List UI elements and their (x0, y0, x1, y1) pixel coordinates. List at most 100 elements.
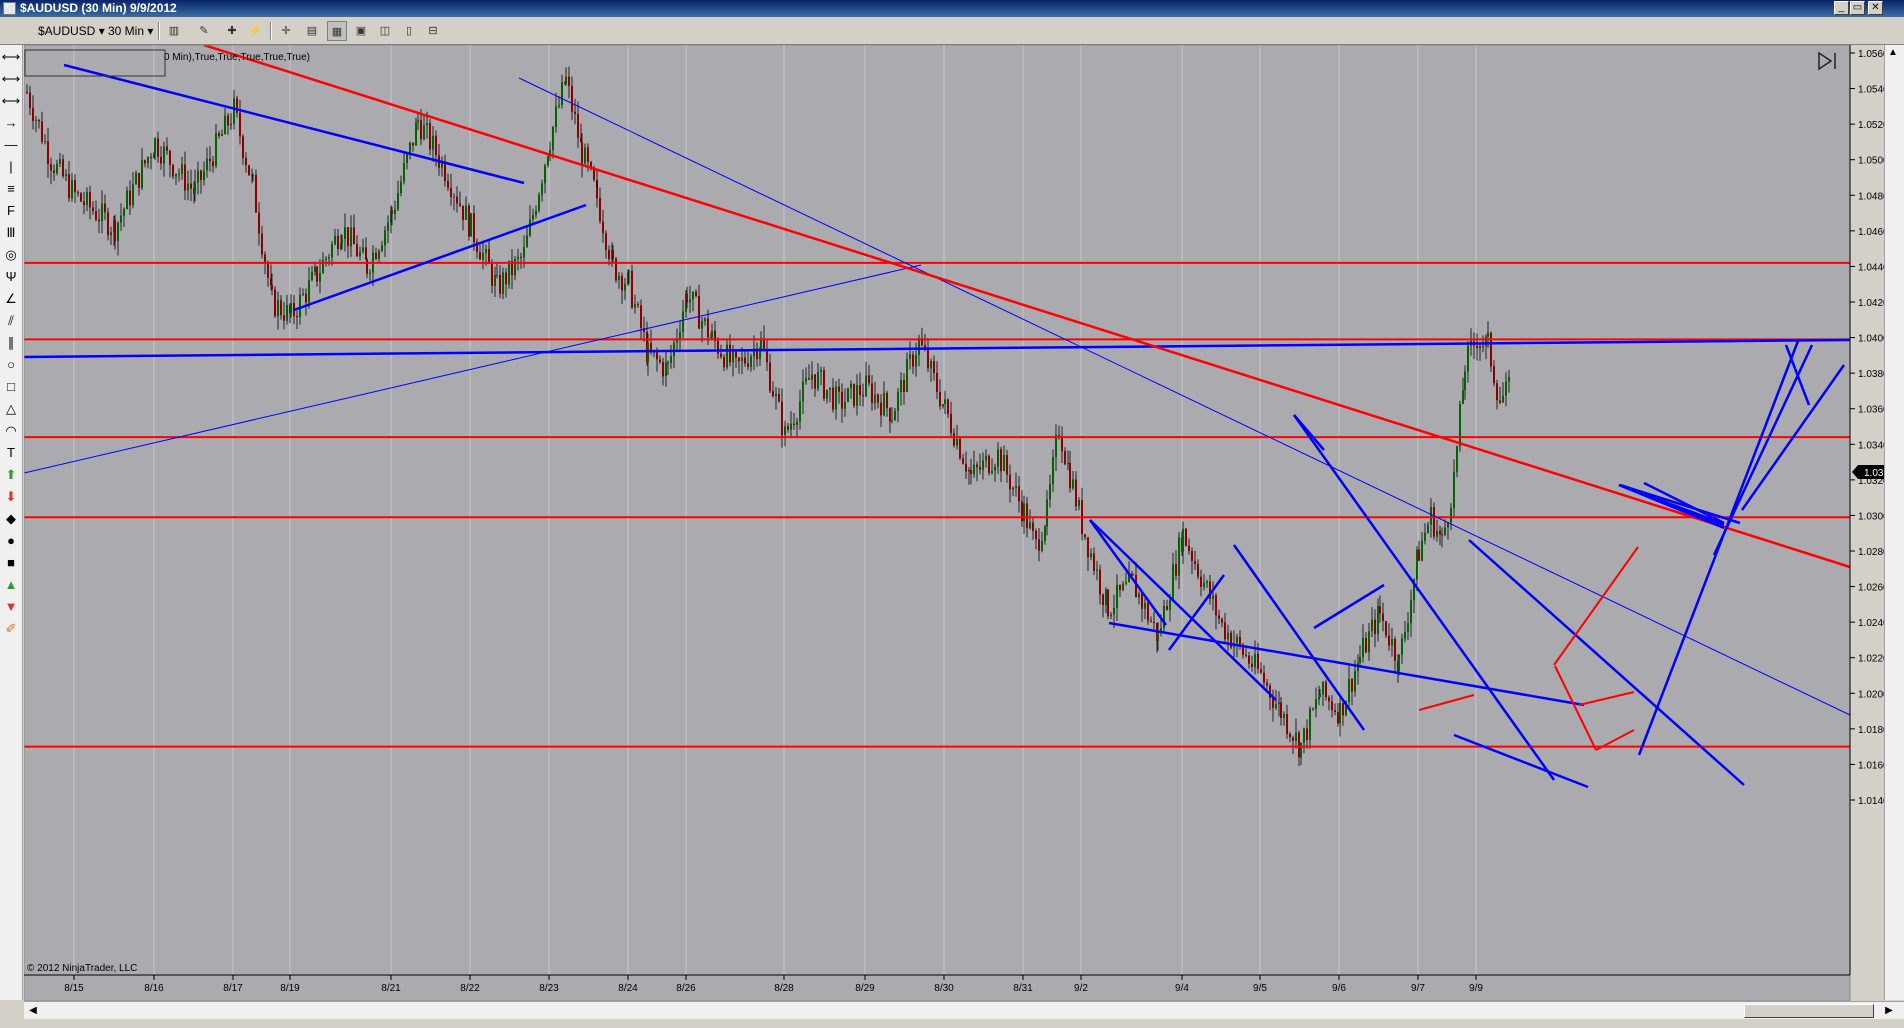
candle-body (1218, 615, 1220, 619)
remove-drawings-icon[interactable]: ✐ (1, 619, 21, 639)
arrow-down-icon[interactable]: ⬇ (1, 487, 21, 507)
fibonacci-retracement-icon[interactable]: ≡ (1, 179, 21, 199)
regression-channel-icon[interactable]: ⫽ (1, 311, 21, 331)
candle-body (1421, 540, 1423, 561)
price-scrollbar[interactable]: ▲ (1884, 45, 1904, 1000)
dot-icon[interactable]: ● (1, 531, 21, 551)
scroll-left-icon[interactable]: ◀ (26, 1004, 40, 1018)
vertical-line-icon[interactable]: | (1, 157, 21, 177)
triangle-icon[interactable]: △ (1, 399, 21, 419)
candle-body (874, 394, 876, 404)
andrews-pitchfork-icon[interactable]: Ψ (1, 267, 21, 287)
extended-line-icon[interactable]: ⟷ (1, 91, 21, 111)
candle-body (1385, 620, 1387, 636)
candle-body (796, 421, 798, 425)
price-label: 1.0520 (1858, 120, 1884, 131)
gann-fan-icon[interactable]: ∠ (1, 289, 21, 309)
horizontal-scrollbar[interactable]: ◀ ▶ (24, 1001, 1904, 1020)
scroll-thumb[interactable] (1744, 1004, 1874, 1018)
candle-body (429, 123, 431, 150)
candle-body (38, 120, 40, 122)
arc-icon[interactable]: ◠ (1, 421, 21, 441)
candle-body (394, 209, 396, 215)
candle-body (1061, 436, 1063, 452)
candle-body (1096, 569, 1098, 571)
pencil-icon[interactable]: ✎ (194, 21, 214, 41)
pointer-icon[interactable] (1, 21, 21, 41)
candle-body (692, 291, 694, 300)
candle-body (1436, 530, 1438, 537)
candle-body (308, 280, 310, 303)
indicators-icon[interactable]: ▣ (351, 21, 371, 41)
candle-body (378, 250, 380, 259)
ellipse-icon[interactable]: ○ (1, 355, 21, 375)
rectangle-icon[interactable]: □ (1, 377, 21, 397)
text-tool-icon[interactable]: T (1, 443, 21, 463)
arrow-line-icon[interactable]: → (1, 113, 21, 133)
candle-body (1150, 620, 1152, 622)
horizontal-line-icon[interactable]: — (1, 135, 21, 155)
candle-body (565, 76, 567, 84)
triangle-up-icon[interactable]: ▲ (1, 575, 21, 595)
candle-body (71, 179, 73, 199)
candle-body (110, 232, 112, 236)
candle-body (1283, 714, 1285, 718)
trend-channel-icon[interactable]: ∥ (1, 333, 21, 353)
candle-body (667, 362, 669, 364)
line-chart-icon[interactable]: ◫ (375, 21, 395, 41)
properties-icon[interactable]: ▤ (302, 21, 322, 41)
candle-body (35, 120, 37, 122)
candle-body (206, 158, 208, 171)
candle-body (605, 233, 607, 250)
instrument-selector[interactable]: $AUDUSD ▾ (38, 22, 105, 40)
add-indicator-icon[interactable]: ✚ (222, 21, 242, 41)
candle-body (704, 318, 706, 322)
candle-body (1026, 503, 1028, 529)
crosshair-icon[interactable]: ✛ (276, 21, 296, 41)
candle-body (59, 159, 61, 164)
fibonacci-circle-icon[interactable]: ◎ (1, 245, 21, 265)
candle-body (826, 389, 828, 399)
minimize-button[interactable]: _ (1834, 1, 1849, 15)
candle-body (1309, 708, 1311, 740)
candle-body (1049, 484, 1051, 500)
triangle-down-icon[interactable]: ▼ (1, 597, 21, 617)
price-label: 1.0460 (1858, 227, 1884, 238)
instrument-label: $AUDUSD (38, 24, 96, 38)
diamond-icon[interactable]: ◆ (1, 509, 21, 529)
candle-body (1029, 522, 1031, 529)
maximize-button[interactable]: ▭ (1850, 1, 1865, 15)
candle-body (1339, 702, 1341, 724)
price-label: 1.0200 (1858, 689, 1884, 700)
candle-body (820, 370, 822, 373)
square-icon[interactable]: ■ (1, 553, 21, 573)
candle-body (412, 142, 414, 146)
data-box-icon[interactable]: ▯ (399, 21, 419, 41)
candle-body (886, 392, 888, 409)
candle-body (1416, 549, 1418, 580)
candle-body (738, 357, 740, 362)
fibonacci-extension-icon[interactable]: F (1, 201, 21, 221)
ray-tool-icon[interactable]: ⟷ (1, 69, 21, 89)
candle-body (1430, 507, 1432, 525)
candle-body (299, 294, 301, 318)
bar-type-icon[interactable]: ▥ (164, 21, 184, 41)
arrow-up-icon[interactable]: ⬆ (1, 465, 21, 485)
collapse-arrow-icon[interactable]: ▲ (1888, 47, 1898, 58)
interval-selector[interactable]: 30 Min ▾ (108, 22, 153, 40)
candle-body (305, 293, 307, 303)
close-button[interactable]: ✕ (1868, 1, 1883, 15)
scroll-right-icon[interactable]: ▶ (1882, 1004, 1896, 1018)
candle-body (194, 182, 196, 194)
fibonacci-time-icon[interactable]: Ⅲ (1, 223, 21, 243)
candle-body (1490, 332, 1492, 367)
strategy-icon[interactable]: ⚡ (245, 21, 265, 41)
candle-body (1508, 377, 1510, 382)
chart-trader-icon[interactable]: ▦ (327, 21, 347, 41)
template-icon[interactable]: ⊟ (423, 21, 443, 41)
line-tool-icon[interactable]: ⟷ (1, 47, 21, 67)
candle-body (319, 273, 321, 282)
candle-body (365, 247, 367, 260)
price-chart[interactable]: 1.0560 1.0540 1.0520 1.0500 1.0480 1.0460 1.04… (24, 45, 1884, 1001)
candle-body (1496, 383, 1498, 401)
